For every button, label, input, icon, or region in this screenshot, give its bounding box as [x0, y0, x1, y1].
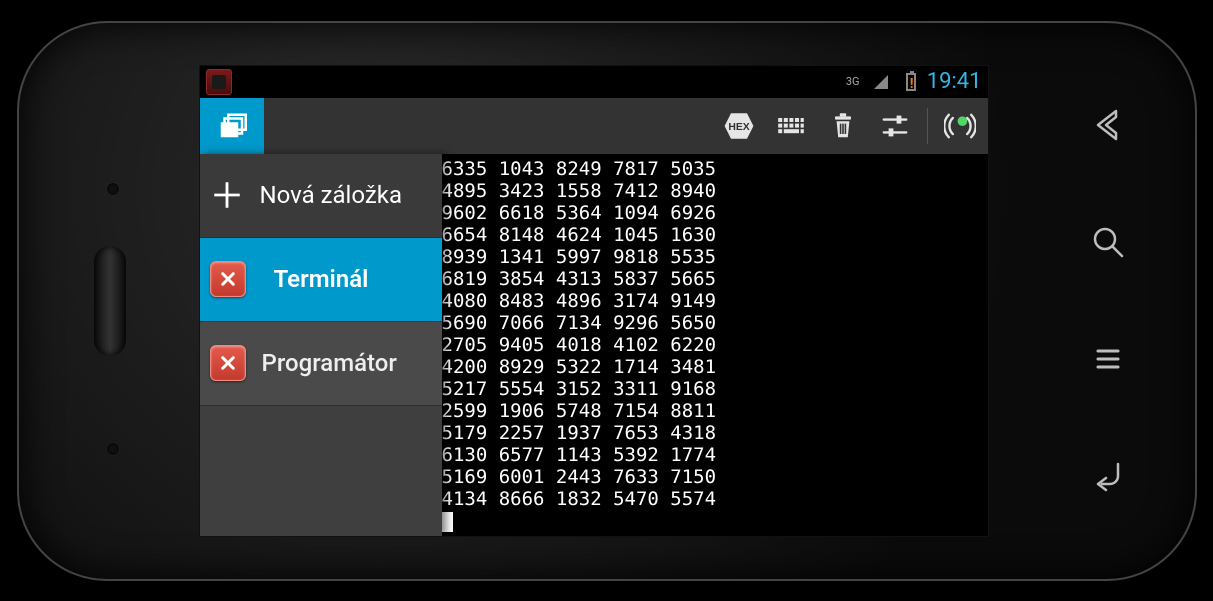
settings-button[interactable] — [875, 106, 915, 146]
recent-apps-icon — [1088, 339, 1128, 379]
terminal-line: 5179 2257 1937 7653 4318 — [442, 422, 984, 444]
terminal-line: 4895 3423 1558 7412 8940 — [442, 180, 984, 202]
broadcast-icon — [944, 110, 976, 142]
terminal-line: 5217 5554 3152 3311 9168 — [442, 378, 984, 400]
proximity-sensor — [107, 183, 119, 195]
close-tab-button[interactable] — [210, 345, 246, 381]
svg-text:HEX: HEX — [728, 122, 749, 133]
status-clock: 19:41 — [927, 69, 982, 94]
action-bar-divider — [927, 108, 928, 144]
tabs-stack-icon — [217, 111, 247, 141]
terminal-line: 6335 1043 8249 7817 5035 — [442, 158, 984, 180]
terminal-line: 8939 1341 5997 9818 5535 — [442, 246, 984, 268]
main-content: Nová záložka Terminál — [200, 154, 988, 536]
tab-label: Terminál — [262, 265, 428, 293]
phone-screen: 3G ! 19:41 — [199, 65, 989, 537]
terminal-line: 5169 6001 2443 7633 7150 — [442, 466, 984, 488]
battery-low-icon: ! — [897, 70, 921, 94]
terminal-line: 5690 7066 7134 9296 5650 — [442, 312, 984, 334]
tab-terminal[interactable]: Terminál — [200, 238, 442, 322]
terminal-line: 9602 6618 5364 1094 6926 — [442, 202, 984, 224]
close-icon — [219, 270, 237, 288]
tabs-sidebar: Nová záložka Terminál — [200, 154, 442, 536]
keyboard-icon — [775, 110, 807, 142]
search-icon — [1088, 222, 1128, 262]
terminal-line: 6654 8148 4624 1045 1630 — [442, 224, 984, 246]
terminal-line: 4080 8483 4896 3174 9149 — [442, 290, 984, 312]
nav-recent-button[interactable] — [1084, 335, 1132, 383]
back-icon — [1088, 105, 1128, 145]
keyboard-button[interactable] — [771, 106, 811, 146]
nav-search-button[interactable] — [1084, 218, 1132, 266]
nav-back-button[interactable] — [1084, 101, 1132, 149]
terminal-line: 4134 8666 1832 5470 5574 — [442, 488, 984, 510]
light-sensor — [107, 443, 119, 455]
terminal-line: 6819 3854 4313 5837 5665 — [442, 268, 984, 290]
app-notification-icon — [206, 69, 232, 95]
tabs-drawer-button[interactable] — [200, 98, 264, 153]
close-icon — [219, 354, 237, 372]
terminal-cursor — [442, 512, 453, 532]
trash-icon — [827, 110, 859, 142]
action-bar: HEX — [200, 98, 988, 153]
close-tab-button[interactable] — [210, 261, 246, 297]
terminal-line: 6130 6577 1143 5392 1774 — [442, 444, 984, 466]
return-icon — [1088, 456, 1128, 496]
terminal-line: 4200 8929 5322 1714 3481 — [442, 356, 984, 378]
new-tab-label: Nová záložka — [260, 181, 428, 209]
phone-chassis: 3G ! 19:41 — [17, 21, 1197, 581]
new-tab-button[interactable]: Nová záložka — [200, 154, 442, 238]
tab-label: Programátor — [262, 349, 428, 377]
android-status-bar: 3G ! 19:41 — [200, 66, 988, 99]
clear-button[interactable] — [823, 106, 863, 146]
system-nav-bar — [1073, 101, 1143, 501]
tab-programmator[interactable]: Programátor — [200, 322, 442, 406]
signal-strength-icon — [869, 70, 893, 94]
sliders-icon — [879, 110, 911, 142]
nav-home-button[interactable] — [1084, 452, 1132, 500]
plus-icon — [210, 178, 244, 212]
terminal-line: 2705 9405 4018 4102 6220 — [442, 334, 984, 356]
terminal-output[interactable]: 6335 1043 8249 7817 50354895 3423 1558 7… — [442, 154, 988, 536]
earpiece — [94, 246, 126, 356]
hex-mode-button[interactable]: HEX — [719, 106, 759, 146]
network-3g-icon: 3G — [841, 70, 865, 94]
connection-button[interactable] — [940, 106, 980, 146]
terminal-line: 2599 1906 5748 7154 8811 — [442, 400, 984, 422]
